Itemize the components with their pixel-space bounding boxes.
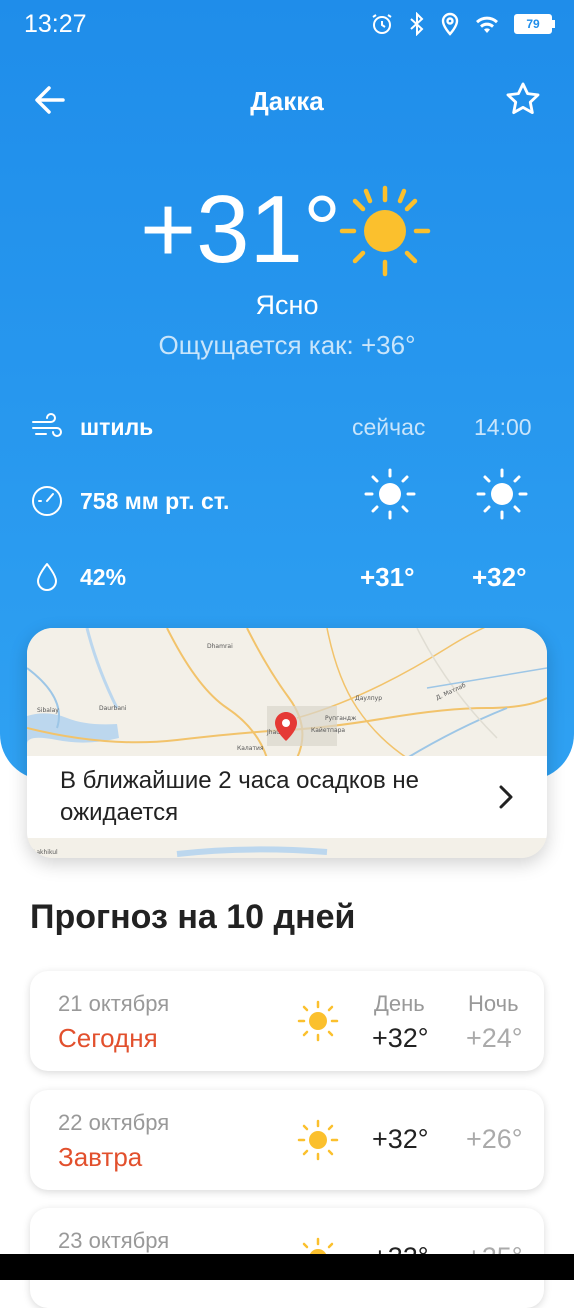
battery-indicator: 79 (514, 14, 555, 34)
alarm-icon (372, 14, 392, 34)
current-temperature: +31° (140, 176, 342, 283)
forecast-day-temp: +32° (372, 1023, 429, 1053)
hour-temp-1400: +32° (472, 562, 527, 592)
forecast-date: 22 октября (58, 1110, 170, 1135)
wifi-icon (476, 16, 498, 33)
forecast-day-name: Сегодня (58, 1023, 158, 1053)
wind-row: штиль (30, 410, 153, 444)
forecast-night-temp: +26° (466, 1124, 523, 1154)
hour-label-now: сейчас (352, 414, 426, 440)
sun-icon (476, 468, 528, 525)
weather-condition: Ясно (255, 290, 319, 320)
forecast-day-card[interactable]: 22 октября Завтра +32° +26° (30, 1090, 544, 1190)
map-place-label: Калатия (237, 745, 264, 752)
forecast-title: Прогноз на 10 дней (30, 898, 356, 936)
status-time: 13:27 (24, 10, 87, 38)
favorite-button[interactable] (504, 80, 544, 120)
sun-icon (364, 468, 416, 525)
top-app-bar: Дакка (0, 70, 574, 130)
precipitation-map-card[interactable]: Sibalay Daurbani Даулпур Рупгандж Кайетп… (27, 628, 547, 858)
forecast-date: 23 октября (58, 1228, 170, 1253)
status-icons: 79 (370, 12, 555, 36)
bluetooth-icon (410, 12, 424, 36)
day-column-label: День (374, 991, 425, 1016)
pressure-value: 758 мм рт. ст. (80, 488, 229, 515)
feels-like: Ощущается как: +36° (158, 330, 416, 360)
water-drop-icon (37, 563, 57, 591)
map-place-label: Daurbani (99, 705, 127, 712)
map-place-label: Кайетпара (311, 727, 345, 734)
wind-icon (32, 413, 62, 437)
forecast-day-temp: +32° (372, 1124, 429, 1154)
humidity-value: 42% (80, 563, 127, 590)
forecast-date: 21 октября (58, 991, 170, 1016)
pressure-number: 758 (80, 487, 119, 514)
map-place-label: Даулпур (355, 695, 382, 702)
humidity-row: 42% (30, 560, 126, 594)
pressure-row: 758 мм рт. ст. (30, 484, 229, 518)
map-place-label: Dhamrai (207, 643, 233, 650)
map-place-label: Рупгандж (325, 715, 357, 722)
system-navigation-bar (0, 1254, 574, 1280)
forecast-day-card[interactable]: 21 октября Сегодня День Ночь +32° +24° (30, 971, 544, 1071)
city-title: Дакка (250, 86, 324, 116)
sun-icon (296, 999, 340, 1048)
status-bar: 13:27 79 (0, 0, 574, 50)
hour-temp-now: +31° (360, 562, 415, 592)
wind-value: штиль (80, 413, 154, 440)
location-icon (441, 12, 459, 36)
precipitation-message: В ближайшие 2 часа осадков не ожидается (60, 767, 419, 826)
map-place-label: Sibalay (37, 707, 59, 714)
pressure-gauge-icon (32, 486, 62, 516)
star-icon (506, 82, 540, 115)
pressure-unit: мм рт. ст. (124, 487, 230, 514)
map-place-label: Lakhikul (33, 849, 58, 856)
forecast-day-name: Завтра (58, 1142, 143, 1172)
hour-label-1400: 14:00 (474, 414, 532, 440)
night-column-label: Ночь (468, 991, 519, 1016)
precipitation-banner: В ближайшие 2 часа осадков не ожидается (27, 756, 547, 838)
chevron-right-icon (499, 785, 513, 809)
sun-icon (296, 1118, 340, 1167)
sun-icon (338, 184, 432, 283)
forecast-night-temp: +24° (466, 1023, 523, 1053)
